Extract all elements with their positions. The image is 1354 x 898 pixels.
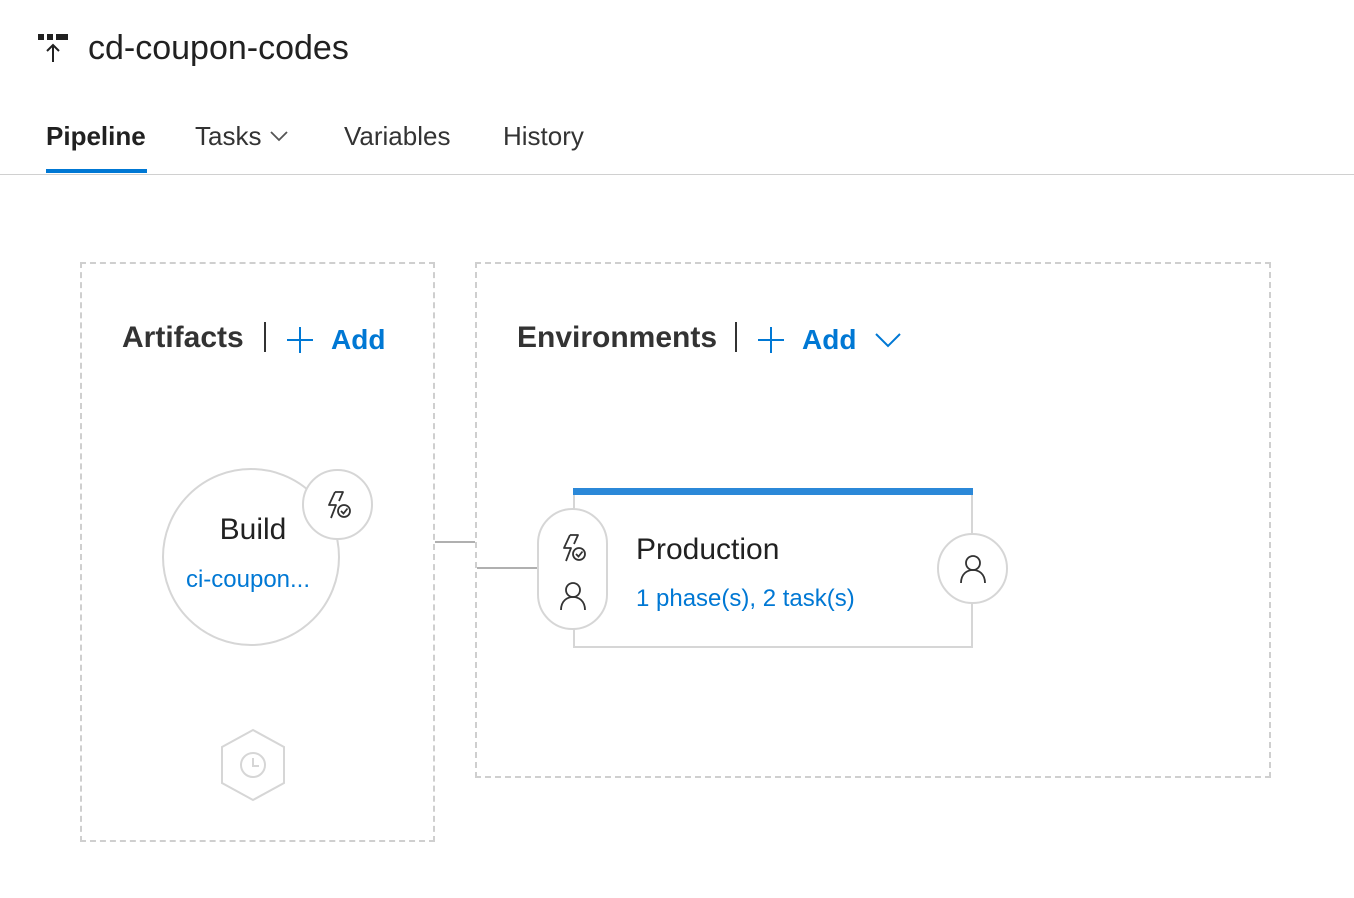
tab-history[interactable]: History: [503, 118, 584, 158]
page-title: cd-coupon-codes: [88, 29, 349, 67]
person-icon: [959, 554, 986, 583]
add-environment-button[interactable]: Add: [756, 320, 902, 360]
artifacts-title: Artifacts: [122, 321, 244, 354]
pre-deployment-trigger-icon[interactable]: [553, 528, 593, 568]
chevron-down-icon: [270, 131, 289, 142]
environment-status-bar: [573, 488, 973, 495]
tab-tasks[interactable]: Tasks: [195, 118, 289, 158]
plus-icon: [758, 327, 784, 353]
release-pipeline-icon: [38, 32, 70, 64]
build-artifact-source-link[interactable]: ci-coupon...: [162, 563, 334, 597]
lightning-check-icon: [327, 490, 351, 518]
schedule-clock-icon[interactable]: [218, 727, 288, 803]
plus-icon: [287, 327, 313, 353]
tab-pipeline[interactable]: Pipeline: [46, 118, 146, 158]
add-artifact-button[interactable]: Add: [285, 320, 385, 360]
pre-deployment-approver-icon[interactable]: [553, 576, 593, 616]
environment-name[interactable]: Production: [636, 530, 779, 570]
active-tab-indicator: [46, 169, 147, 173]
chevron-down-icon[interactable]: [874, 332, 902, 348]
environment-summary-link[interactable]: 1 phase(s), 2 task(s): [636, 582, 855, 616]
environments-separator: [735, 322, 737, 352]
tab-tasks-label: Tasks: [195, 121, 262, 151]
add-environment-label: Add: [802, 324, 857, 355]
add-artifact-label: Add: [331, 324, 386, 355]
tab-variables[interactable]: Variables: [344, 118, 450, 158]
environments-title: Environments: [517, 321, 718, 354]
connector-line: [435, 541, 475, 543]
post-deployment-approver-button[interactable]: [937, 533, 1008, 604]
artifacts-separator: [264, 322, 266, 352]
pre-deployment-conditions: [537, 508, 608, 630]
tab-divider: [0, 174, 1354, 175]
continuous-deployment-trigger-button[interactable]: [302, 469, 373, 540]
